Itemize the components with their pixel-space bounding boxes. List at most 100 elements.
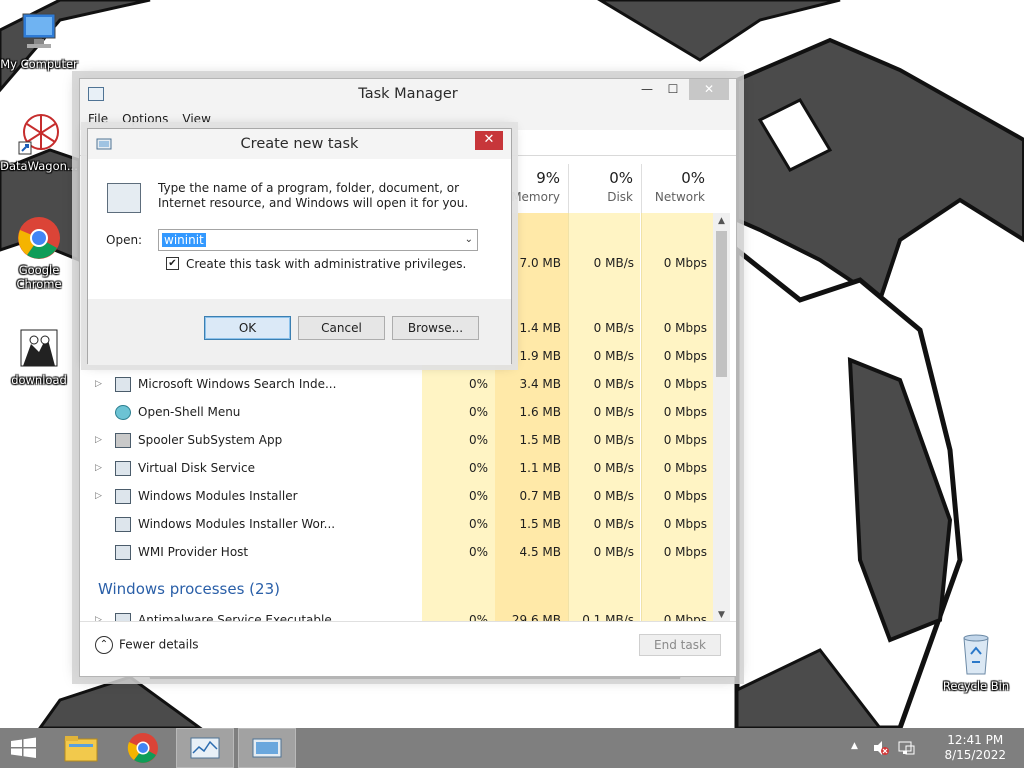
table-row[interactable]: ▷ Spooler SubSystem App 0% 1.5 MB 0 MB/s… (80, 427, 713, 455)
open-input-value[interactable]: wininit (162, 233, 206, 247)
tray-overflow-button[interactable]: ▲ (851, 741, 858, 768)
wmi-icon (115, 545, 131, 560)
disk-cell: 0 MB/s (593, 433, 634, 447)
fewer-details-button[interactable]: ⌃ Fewer details (95, 636, 199, 654)
desktop-icon-label: Google Chrome (16, 263, 62, 291)
fewer-details-label: Fewer details (119, 637, 199, 652)
cpu-cell: 0% (468, 489, 488, 503)
ok-button[interactable]: OK (204, 316, 291, 340)
admin-privileges-label[interactable]: Create this task with administrative pri… (186, 257, 466, 271)
desktop-icon-google-chrome[interactable]: Google Chrome (0, 216, 78, 291)
end-task-button[interactable]: End task (639, 634, 721, 656)
table-row[interactable]: ▷ Virtual Disk Service 0% 1.1 MB 0 MB/s … (80, 455, 713, 483)
admin-privileges-checkbox[interactable]: ✔ (166, 257, 179, 270)
column-header-disk[interactable]: 0% Disk (568, 164, 641, 214)
run-program-icon (107, 183, 141, 213)
cancel-button[interactable]: Cancel (298, 316, 385, 340)
memory-cell: 1.5 MB (519, 433, 561, 447)
expand-chevron-icon[interactable]: ▷ (95, 435, 102, 445)
memory-cell: 0.7 MB (519, 489, 561, 503)
memory-cell: 1.5 MB (519, 517, 561, 531)
download-image-icon (17, 326, 61, 370)
taskbar-file-explorer[interactable] (52, 728, 110, 768)
process-name: Windows Modules Installer (138, 489, 298, 503)
taskbar-create-new-task[interactable] (238, 728, 296, 768)
desktop-icon-label: Recycle Bin (942, 679, 1010, 693)
volume-muted-icon[interactable] (872, 739, 890, 768)
open-combobox[interactable]: wininit ⌄ (158, 229, 478, 251)
expand-chevron-icon[interactable]: ▷ (95, 463, 102, 473)
cpu-cell: 0% (468, 517, 488, 531)
chevron-down-icon[interactable]: ⌄ (465, 234, 473, 245)
maximize-button[interactable]: ☐ (661, 79, 685, 100)
disk-cell: 0 MB/s (593, 349, 634, 363)
table-row[interactable]: ▷ Windows Modules Installer 0% 0.7 MB 0 … (80, 483, 713, 511)
expand-chevron-icon[interactable]: ▷ (95, 491, 102, 501)
file-explorer-icon (64, 736, 98, 762)
close-button[interactable]: ✕ (689, 79, 729, 100)
start-icon (11, 737, 36, 758)
recycle-bin-icon (954, 632, 998, 676)
menu-view[interactable]: View (174, 110, 216, 126)
clock[interactable]: 12:41 PM 8/15/2022 (944, 733, 1006, 763)
scroll-up-icon[interactable]: ▲ (713, 216, 730, 226)
disk-total: 0% (609, 169, 633, 187)
search-indexer-icon (115, 377, 131, 392)
vertical-scrollbar[interactable]: ▲ ▼ (713, 213, 730, 623)
table-row[interactable]: ▷ Microsoft Windows Search Inde... 0% 3.… (80, 371, 713, 399)
process-name: Spooler SubSystem App (138, 433, 283, 447)
menu-bar: File Options View (80, 110, 736, 130)
desktop-icon-download[interactable]: download (0, 326, 78, 387)
dialog-close-button[interactable]: ✕ (475, 131, 503, 150)
menu-file[interactable]: File (80, 110, 114, 126)
desktop-icon-datawagon[interactable]: DataWagon... (0, 112, 78, 173)
scrollbar-thumb[interactable] (716, 231, 727, 377)
desktop-icon-recycle-bin[interactable]: Recycle Bin (937, 632, 1015, 693)
desktop-icon-label: My Computer (0, 57, 78, 71)
taskbar: ▲ 12:41 PM 8/15/2022 (0, 728, 1024, 768)
process-name: Windows Modules Installer Wor... (138, 517, 336, 531)
chevron-up-icon: ⌃ (95, 636, 113, 654)
table-row[interactable]: WMI Provider Host 0% 4.5 MB 0 MB/s 0 Mbp… (80, 539, 713, 567)
start-button[interactable] (0, 728, 48, 768)
desktop-icon-label: download (11, 373, 67, 387)
service-icon (115, 517, 131, 532)
disk-cell: 0 MB/s (593, 321, 634, 335)
process-name: Microsoft Windows Search Inde... (138, 377, 337, 391)
expand-chevron-icon[interactable]: ▷ (95, 379, 102, 389)
disk-cell: 0 MB/s (593, 517, 634, 531)
taskbar-chrome[interactable] (114, 728, 172, 768)
create-new-task-dialog[interactable]: Create new task ✕ Type the name of a pro… (87, 128, 512, 365)
open-label: Open: (106, 233, 143, 247)
table-row[interactable]: Open-Shell Menu 0% 1.6 MB 0 MB/s 0 Mbps (80, 399, 713, 427)
taskbar-task-manager[interactable] (176, 728, 234, 768)
desktop-icon-my-computer[interactable]: My Computer (0, 10, 78, 71)
chrome-icon (17, 216, 61, 260)
network-cell: 0 Mbps (663, 517, 707, 531)
network-cell: 0 Mbps (663, 545, 707, 559)
process-name: WMI Provider Host (138, 545, 249, 559)
dialog-title: Create new task (240, 136, 359, 152)
scroll-down-icon[interactable]: ▼ (713, 610, 730, 620)
desktop-icon-label: DataWagon... (0, 159, 78, 173)
table-row[interactable]: Windows Modules Installer Wor... 0% 1.5 … (80, 511, 713, 539)
process-name: Open-Shell Menu (138, 405, 241, 419)
datawagon-icon (17, 112, 61, 156)
column-header-network[interactable]: 0% Network (641, 164, 713, 214)
group-header-windows-processes: Windows processes (23) (98, 580, 280, 598)
network-column-label: Network (654, 190, 705, 204)
network-icon[interactable] (897, 739, 915, 768)
menu-options[interactable]: Options (114, 110, 174, 126)
task-manager-titlebar[interactable]: Task Manager — ☐ ✕ (80, 79, 736, 110)
run-dialog-icon (252, 738, 282, 758)
minimize-button[interactable]: — (635, 79, 659, 100)
disk-cell: 0 MB/s (593, 489, 634, 503)
dialog-titlebar[interactable]: Create new task ✕ (88, 129, 511, 159)
browse-button[interactable]: Browse... (392, 316, 479, 340)
service-icon (115, 489, 131, 504)
printer-icon (115, 433, 131, 448)
clock-time: 12:41 PM (947, 733, 1004, 747)
clock-date: 8/15/2022 (944, 748, 1006, 762)
disk-cell: 0 MB/s (593, 377, 634, 391)
disk-cell: 0 MB/s (593, 256, 634, 270)
